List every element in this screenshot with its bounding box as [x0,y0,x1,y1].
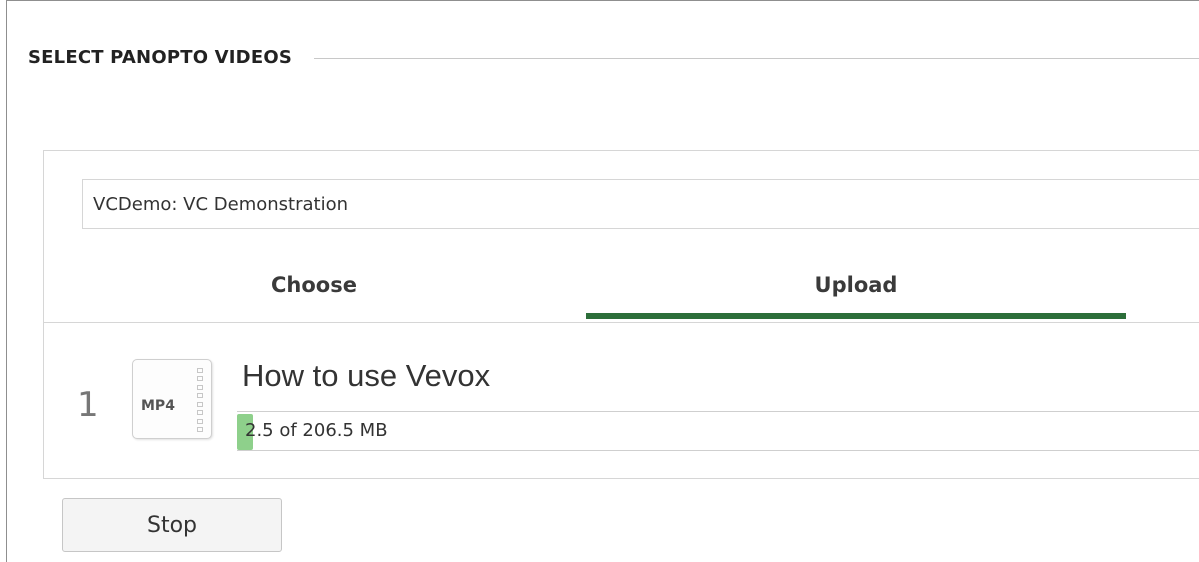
upload-progress-bar: 2.5 of 206.5 MB [237,411,1199,451]
tab-choose[interactable]: Choose [144,261,484,322]
stop-button-label: Stop [146,512,197,538]
tab-bar: Choose Upload [44,261,1199,323]
mp4-file-icon: MP4 [132,359,212,439]
section-divider [314,58,1199,59]
active-tab-indicator [586,313,1126,319]
upload-index: 1 [77,385,99,425]
upload-panel: VCDemo: VC Demonstration Choose Upload 1… [43,150,1199,479]
tab-choose-label: Choose [271,273,357,297]
folder-select[interactable]: VCDemo: VC Demonstration [82,179,1199,229]
section-title: SELECT PANOPTO VIDEOS [28,47,292,68]
stop-button[interactable]: Stop [62,498,282,552]
folder-select-value: VCDemo: VC Demonstration [93,193,348,215]
tab-upload-label: Upload [814,273,898,297]
upload-file-title: How to use Vevox [242,358,491,393]
section-header: SELECT PANOPTO VIDEOS [28,47,1199,68]
upload-list-item: 1 MP4 How to use Vevox 2.5 of 206.5 MB [44,347,1199,457]
file-type-label: MP4 [141,398,175,414]
upload-progress-text: 2.5 of 206.5 MB [245,420,388,441]
film-strip-icon [197,368,205,432]
